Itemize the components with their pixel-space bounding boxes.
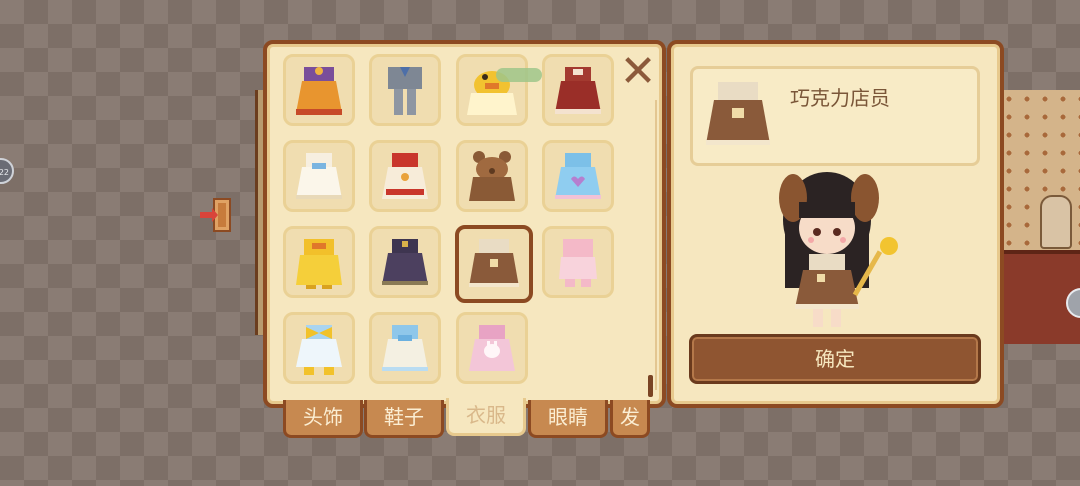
outfit-slot[interactable] <box>456 140 528 212</box>
panel-divider <box>655 100 657 390</box>
dress-icon <box>296 67 342 115</box>
selected-dress-icon <box>706 82 770 145</box>
scrollbar[interactable] <box>648 375 653 397</box>
tab-clothes[interactable]: 衣服 <box>446 398 526 436</box>
side-badge-text: 22 <box>0 168 9 177</box>
pink-outfit-icon <box>559 239 597 287</box>
door-exit-icon[interactable] <box>196 197 236 233</box>
tab-shoes[interactable]: 鞋子 <box>364 400 444 438</box>
outfit-slot[interactable] <box>369 226 441 298</box>
outfit-slot[interactable] <box>283 312 355 384</box>
red-dress-icon <box>555 67 601 114</box>
status-tag <box>496 68 542 82</box>
item-name: 巧克力店员 <box>790 86 890 110</box>
outfit-slot[interactable] <box>542 226 614 298</box>
lightblue-dress-icon <box>382 325 428 371</box>
tab-hair[interactable]: 发 <box>610 400 650 438</box>
white-dress-icon <box>296 153 342 199</box>
tab-eyes[interactable]: 眼睛 <box>528 400 608 438</box>
outfit-slot[interactable] <box>456 312 528 384</box>
outfit-slot[interactable] <box>369 54 441 126</box>
festive-dress-icon <box>382 153 428 199</box>
character-avatar <box>779 172 898 327</box>
gothic-dress-icon <box>382 239 428 285</box>
tab-headwear[interactable]: 头饰 <box>283 400 363 438</box>
bunny-decoration <box>1040 195 1072 249</box>
outfit-slot[interactable] <box>283 140 355 212</box>
yellow-outfit-icon <box>296 239 342 289</box>
outfit-slot-selected[interactable] <box>455 225 533 303</box>
outfit-slot[interactable] <box>369 140 441 212</box>
side-badge[interactable]: 22 <box>0 158 14 184</box>
rabbit-dress-icon <box>469 325 515 371</box>
chocolate-dress-icon <box>469 239 519 287</box>
suit-icon <box>388 67 422 115</box>
outfit-slot[interactable] <box>456 54 528 126</box>
close-button[interactable]: ✕ <box>616 50 660 94</box>
outfit-slot[interactable] <box>542 54 614 126</box>
bear-dress-icon <box>469 151 515 201</box>
blue-dress-icon <box>555 153 601 199</box>
bow-dress-icon <box>296 325 342 375</box>
outfit-slot[interactable] <box>283 54 355 126</box>
outfit-slot[interactable] <box>542 140 614 212</box>
outfit-slot[interactable] <box>369 312 441 384</box>
outfit-slot[interactable] <box>283 226 355 298</box>
confirm-button[interactable]: 确定 <box>689 334 981 384</box>
